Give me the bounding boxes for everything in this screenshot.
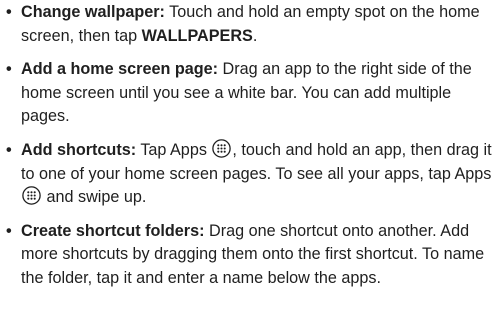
tip-text-end: and swipe up. <box>42 188 147 207</box>
tip-text-end: . <box>252 26 258 45</box>
tips-list: • Change wallpaper: Touch and hold an em… <box>0 1 497 291</box>
tip-add-home-screen-page: • Add a home screen page: Drag an app to… <box>6 58 493 129</box>
tip-title: Add a home screen page: <box>21 60 219 79</box>
bullet: • <box>6 221 12 240</box>
tip-title: Change wallpaper: <box>21 3 165 21</box>
tip-text: Tap Apps <box>136 140 212 159</box>
tip-change-wallpaper: • Change wallpaper: Touch and hold an em… <box>6 1 493 48</box>
bullet: • <box>6 140 12 159</box>
apps-icon <box>22 186 41 205</box>
tip-create-shortcut-folders: • Create shortcut folders: Drag one shor… <box>6 220 493 291</box>
apps-icon <box>212 139 232 158</box>
tip-add-shortcuts: • Add shortcuts: Tap Apps , touch and ho… <box>6 139 493 210</box>
bullet: • <box>6 3 12 21</box>
bullet: • <box>6 60 12 79</box>
tip-title: Create shortcut folders: <box>21 221 205 240</box>
wallpapers-keyword: WALLPAPERS <box>141 26 253 45</box>
tip-title: Add shortcuts: <box>21 140 137 159</box>
